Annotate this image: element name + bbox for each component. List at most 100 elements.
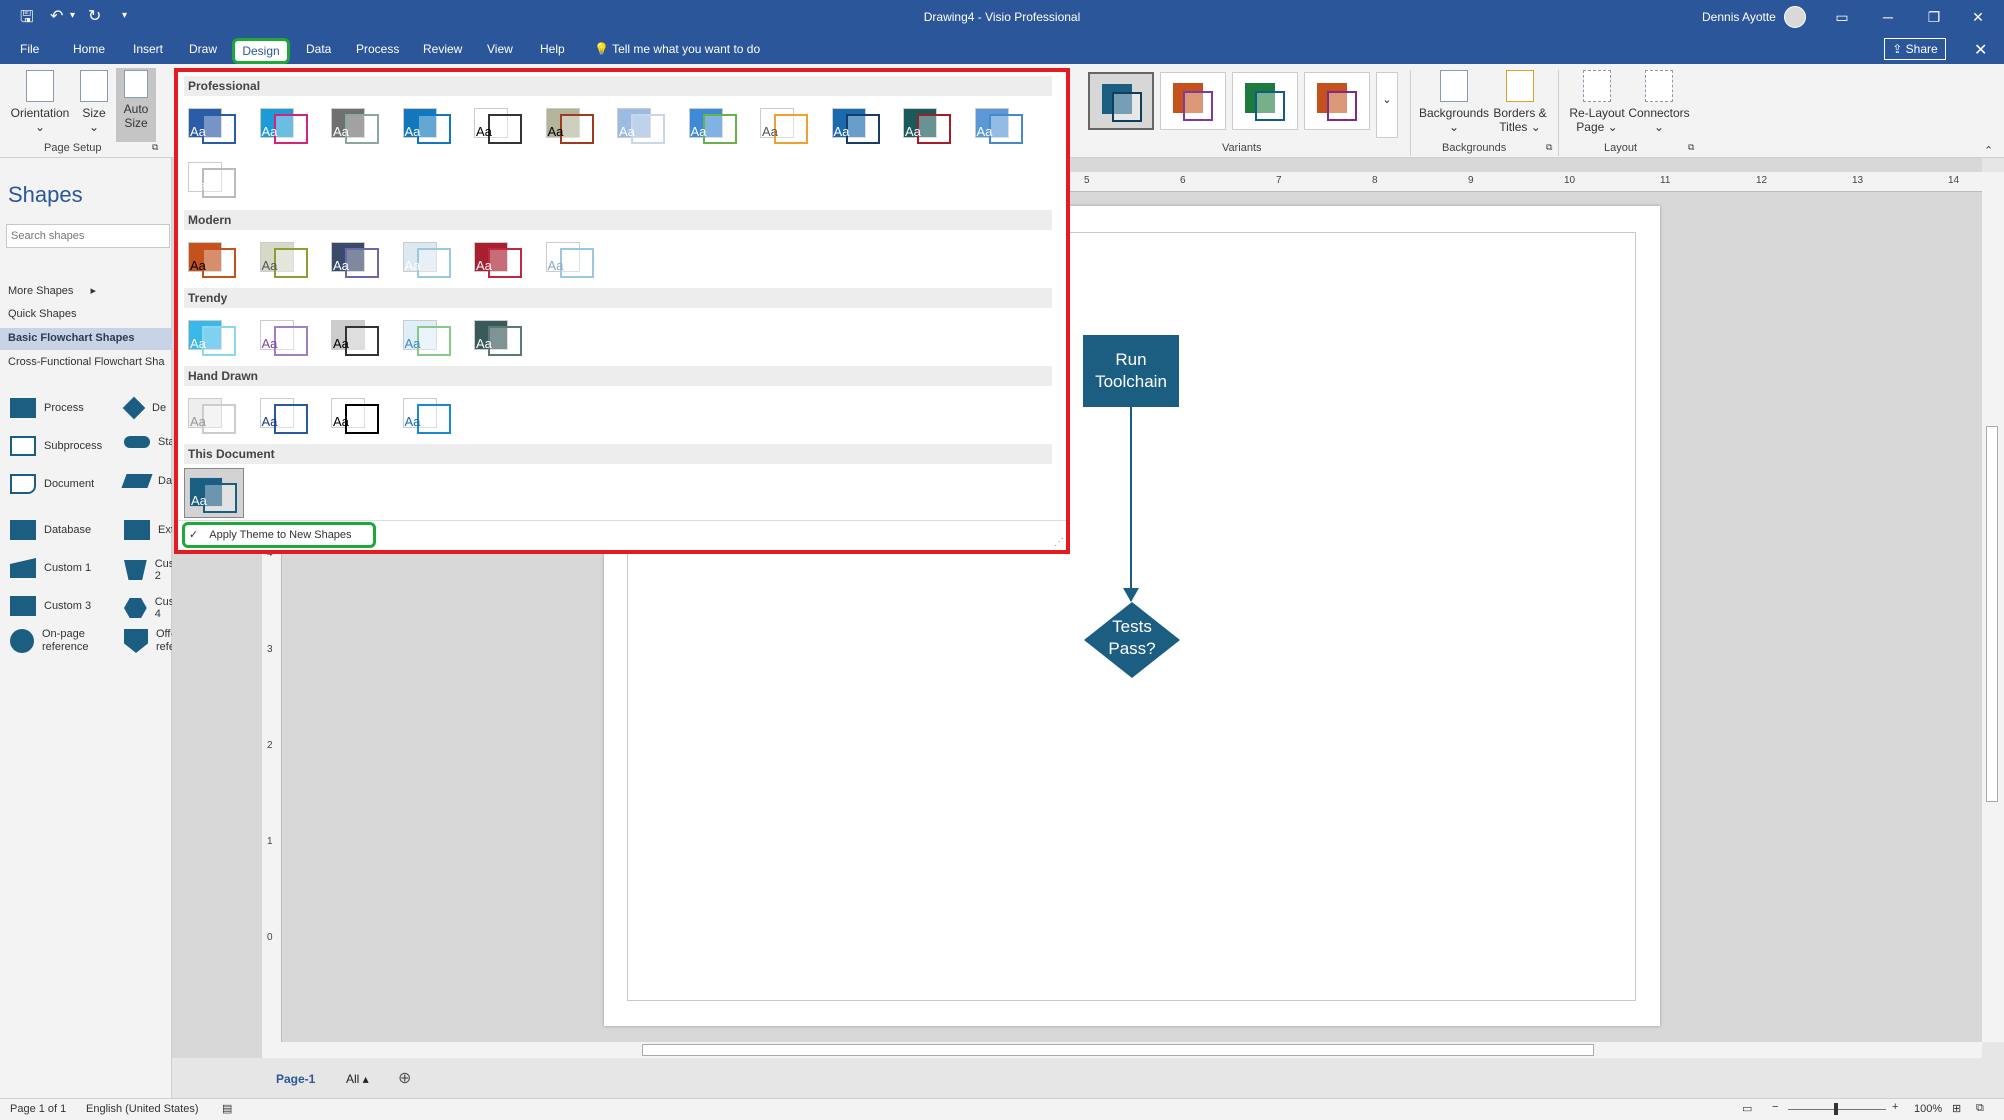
theme-thumbnail-hand-drawn[interactable]: Aa bbox=[256, 390, 316, 440]
page-tab-page-1[interactable]: Page-1 bbox=[276, 1072, 315, 1086]
page-number-status[interactable]: Page 1 of 1 bbox=[10, 1103, 66, 1115]
variant-thumbnail[interactable] bbox=[1232, 72, 1298, 130]
all-pages-button[interactable]: All ▴ bbox=[346, 1072, 369, 1086]
horizontal-scrollbar[interactable] bbox=[262, 1042, 1982, 1058]
tab-home[interactable]: Home bbox=[73, 42, 105, 56]
stencil-document[interactable]: Document bbox=[10, 474, 94, 494]
theme-thumbnail-modern[interactable]: Aa bbox=[256, 234, 316, 284]
theme-thumbnail-trendy[interactable]: Aa bbox=[470, 312, 530, 362]
stencil-subprocess[interactable]: Subprocess bbox=[10, 436, 102, 456]
collapse-ribbon-icon[interactable]: ⌃ bbox=[1984, 144, 1993, 157]
re-layout-page-button[interactable]: Re-Layout Page ⌄ bbox=[1566, 70, 1628, 134]
tell-me-box[interactable]: 💡 Tell me what you want to do bbox=[594, 42, 760, 56]
theme-thumbnail-professional[interactable]: Aa bbox=[184, 100, 244, 150]
tab-insert[interactable]: Insert bbox=[133, 42, 163, 56]
stencil-start-end[interactable]: Sta bbox=[124, 436, 175, 448]
stencil-on-page-reference[interactable]: On-page reference bbox=[10, 628, 88, 654]
theme-thumbnail-professional[interactable]: Aa bbox=[470, 100, 530, 150]
share-button[interactable]: ⇪ Share bbox=[1884, 38, 1946, 60]
apply-theme-to-new-shapes-option[interactable]: ✓ Apply Theme to New Shapes bbox=[182, 522, 376, 548]
auto-size-button[interactable]: Auto Size bbox=[116, 68, 156, 142]
zoom-in-button[interactable]: + bbox=[1892, 1101, 1898, 1113]
dialog-launcher-icon[interactable]: ⧉ bbox=[1546, 142, 1552, 153]
theme-thumbnail-modern[interactable]: Aa bbox=[399, 234, 459, 284]
theme-thumbnail-professional[interactable]: Aa bbox=[399, 100, 459, 150]
variant-thumbnail[interactable] bbox=[1160, 72, 1226, 130]
stencil-basic-flowchart[interactable]: Basic Flowchart Shapes bbox=[0, 328, 172, 350]
stencil-custom-1[interactable]: Custom 1 bbox=[10, 558, 91, 578]
tab-view[interactable]: View bbox=[487, 42, 513, 56]
switch-windows-icon[interactable]: ⧉ bbox=[1976, 1102, 1984, 1115]
theme-thumbnail-modern[interactable]: Aa bbox=[542, 234, 602, 284]
minimize-button[interactable]: ─ bbox=[1868, 4, 1908, 30]
dialog-launcher-icon[interactable]: ⧉ bbox=[1688, 142, 1694, 153]
dialog-launcher-icon[interactable]: ⧉ bbox=[152, 142, 158, 153]
theme-thumbnail-hand-drawn[interactable]: Aa bbox=[399, 390, 459, 440]
theme-thumbnail-hand-drawn[interactable]: Aa bbox=[327, 390, 387, 440]
theme-thumbnail-trendy[interactable]: Aa bbox=[184, 312, 244, 362]
more-shapes-button[interactable]: More Shapes ▸ bbox=[8, 284, 96, 297]
theme-thumbnail-professional[interactable]: Aa bbox=[542, 100, 602, 150]
theme-thumbnail-professional[interactable]: Aa bbox=[256, 100, 316, 150]
theme-thumbnail-professional[interactable]: Aa bbox=[613, 100, 673, 150]
language-status[interactable]: English (United States) bbox=[86, 1103, 199, 1115]
theme-thumbnail-modern[interactable]: Aa bbox=[184, 234, 244, 284]
tab-process[interactable]: Process bbox=[356, 42, 399, 56]
theme-thumbnail-professional[interactable]: Aa bbox=[327, 100, 387, 150]
tab-draw[interactable]: Draw bbox=[189, 42, 217, 56]
variant-thumbnail[interactable] bbox=[1088, 72, 1154, 130]
theme-thumbnail-this-document[interactable]: Aa bbox=[184, 468, 244, 518]
theme-thumbnail-trendy[interactable]: Aa bbox=[327, 312, 387, 362]
theme-thumbnail-professional[interactable]: Aa bbox=[828, 100, 888, 150]
macro-record-icon[interactable]: ▤ bbox=[222, 1102, 232, 1115]
theme-thumbnail-modern[interactable]: Aa bbox=[327, 234, 387, 284]
variant-thumbnail[interactable] bbox=[1304, 72, 1370, 130]
tab-review[interactable]: Review bbox=[423, 42, 462, 56]
restore-button[interactable]: ❐ bbox=[1914, 4, 1954, 30]
theme-thumbnail-trendy[interactable]: Aa bbox=[399, 312, 459, 362]
theme-thumbnail-professional[interactable]: Aa bbox=[685, 100, 745, 150]
theme-thumbnail-professional[interactable]: Aa bbox=[756, 100, 816, 150]
user-name[interactable]: Dennis Ayotte bbox=[1702, 10, 1776, 24]
close-ribbon-icon[interactable]: ✕ bbox=[1974, 40, 1987, 60]
orientation-button[interactable]: Orientation ⌄ bbox=[8, 70, 72, 134]
add-page-icon[interactable]: ⊕ bbox=[398, 1068, 411, 1088]
shape-run-toolchain[interactable]: Run Toolchain bbox=[1083, 335, 1179, 407]
theme-thumbnail-professional[interactable]: Aa bbox=[899, 100, 959, 150]
ribbon-display-options-button[interactable]: ▭ bbox=[1822, 4, 1862, 30]
connector-line[interactable] bbox=[1130, 407, 1132, 601]
size-button[interactable]: Size ⌄ bbox=[78, 70, 110, 134]
tab-help[interactable]: Help bbox=[540, 42, 565, 56]
avatar[interactable] bbox=[1784, 6, 1806, 28]
tab-data[interactable]: Data bbox=[306, 42, 331, 56]
stencil-decision[interactable]: De bbox=[122, 396, 166, 420]
zoom-level[interactable]: 100% bbox=[1914, 1103, 1942, 1115]
borders-titles-button[interactable]: Borders & Titles ⌄ bbox=[1492, 70, 1548, 134]
theme-thumbnail-hand-drawn[interactable]: Aa bbox=[184, 390, 244, 440]
stencil-process[interactable]: Process bbox=[10, 398, 84, 418]
theme-thumbnail-professional[interactable]: Aa bbox=[184, 154, 244, 204]
stencil-cross-functional[interactable]: Cross-Functional Flowchart Sha bbox=[8, 356, 165, 368]
theme-thumbnail-modern[interactable]: Aa bbox=[470, 234, 530, 284]
stencil-data[interactable]: Da bbox=[121, 474, 172, 488]
quick-shapes-item[interactable]: Quick Shapes bbox=[8, 308, 76, 320]
stencil-database[interactable]: Database bbox=[10, 520, 91, 540]
connectors-button[interactable]: Connectors ⌄ bbox=[1628, 70, 1690, 134]
resize-grip-icon[interactable]: ⋰ bbox=[1054, 537, 1064, 548]
theme-thumbnail-trendy[interactable]: Aa bbox=[256, 312, 316, 362]
stencil-custom-3[interactable]: Custom 3 bbox=[10, 596, 91, 616]
vertical-scrollbar[interactable] bbox=[1982, 172, 2004, 1042]
tab-design[interactable]: Design bbox=[232, 38, 290, 64]
zoom-out-button[interactable]: − bbox=[1772, 1101, 1778, 1113]
close-button[interactable]: ✕ bbox=[1958, 4, 1998, 30]
tab-file[interactable]: File bbox=[20, 42, 39, 56]
search-shapes-input[interactable] bbox=[6, 224, 170, 248]
zoom-slider-thumb[interactable] bbox=[1834, 1103, 1838, 1115]
presentation-mode-icon[interactable]: ▭ bbox=[1742, 1102, 1752, 1115]
theme-thumbnail-professional[interactable]: Aa bbox=[971, 100, 1031, 150]
variants-more-button[interactable]: ⌄ bbox=[1376, 72, 1398, 138]
backgrounds-button[interactable]: Backgrounds ⌄ bbox=[1418, 70, 1490, 134]
fit-page-icon[interactable]: ⊞ bbox=[1952, 1102, 1961, 1115]
stencil-external-data[interactable]: Ext bbox=[124, 520, 174, 540]
horizontal-scroll-thumb[interactable] bbox=[642, 1044, 1594, 1056]
